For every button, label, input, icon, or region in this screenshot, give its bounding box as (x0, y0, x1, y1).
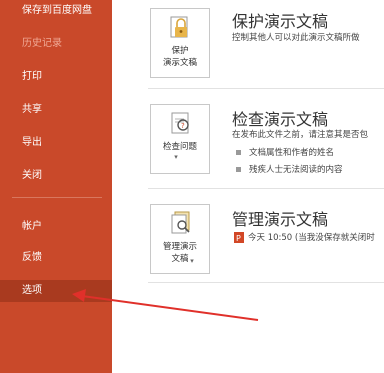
protect-title: 保护演示文稿 (232, 12, 329, 31)
sidebar-item-history[interactable]: 历史记录 (0, 37, 112, 51)
section-divider (148, 282, 384, 283)
chevron-down-icon: ▾ (190, 257, 194, 265)
inspect-bullet: 文档属性和作者的姓名 (236, 146, 334, 158)
check-for-issues-button[interactable]: ? 检查问题 ▾ (150, 104, 210, 174)
sidebar-item-print[interactable]: 打印 (0, 70, 112, 84)
manage-document-icon (171, 211, 190, 234)
svg-text:?: ? (181, 122, 185, 130)
manage-title: 管理演示文稿 (232, 210, 329, 229)
sidebar-item-account[interactable]: 帐户 (0, 220, 112, 234)
version-entry[interactable]: P 今天 10:50 (当我没保存就关闭时 (234, 231, 375, 243)
manage-button-label: 管理演示 文稿 (162, 242, 197, 264)
backstage-sidebar: 保存到百度网盘 历史记录 打印 共享 导出 关闭 帐户 反馈 选项 (0, 0, 112, 373)
inspect-description: 在发布此文件之前，请注意其是否包 (232, 130, 369, 140)
inspect-bullet: 残疾人士无法阅读的内容 (236, 163, 343, 175)
sidebar-item-export[interactable]: 导出 (0, 136, 112, 150)
sidebar-divider (12, 197, 102, 198)
inspect-document-icon: ? (171, 112, 189, 134)
version-text: 今天 10:50 (当我没保存就关闭时 (248, 233, 375, 243)
sidebar-item-save-baidu[interactable]: 保存到百度网盘 (0, 4, 112, 18)
powerpoint-file-icon: P (234, 232, 244, 243)
svg-text:P: P (236, 234, 241, 243)
lock-icon (170, 16, 188, 38)
section-divider (148, 188, 384, 189)
sidebar-item-options[interactable]: 选项 (0, 280, 112, 302)
protect-description: 控制其他人可以对此演示文稿所做 (232, 33, 360, 43)
sidebar-item-feedback[interactable]: 反馈 (0, 251, 112, 265)
manage-presentation-button[interactable]: 管理演示 文稿 ▾ (150, 204, 210, 274)
section-divider (148, 88, 384, 89)
chevron-down-icon: ▾ (174, 60, 178, 68)
inspect-title: 检查演示文稿 (232, 110, 329, 129)
sidebar-item-share[interactable]: 共享 (0, 103, 112, 117)
sidebar-item-close[interactable]: 关闭 (0, 169, 112, 183)
check-issues-label: 检查问题 (162, 142, 197, 152)
chevron-down-icon: ▾ (174, 153, 178, 161)
info-panel: 保护 演示文稿 ▾ 保护演示文稿 控制其他人可以对此演示文稿所做 ? 检查问题 … (112, 0, 384, 373)
protect-presentation-button[interactable]: 保护 演示文稿 ▾ (150, 8, 210, 78)
